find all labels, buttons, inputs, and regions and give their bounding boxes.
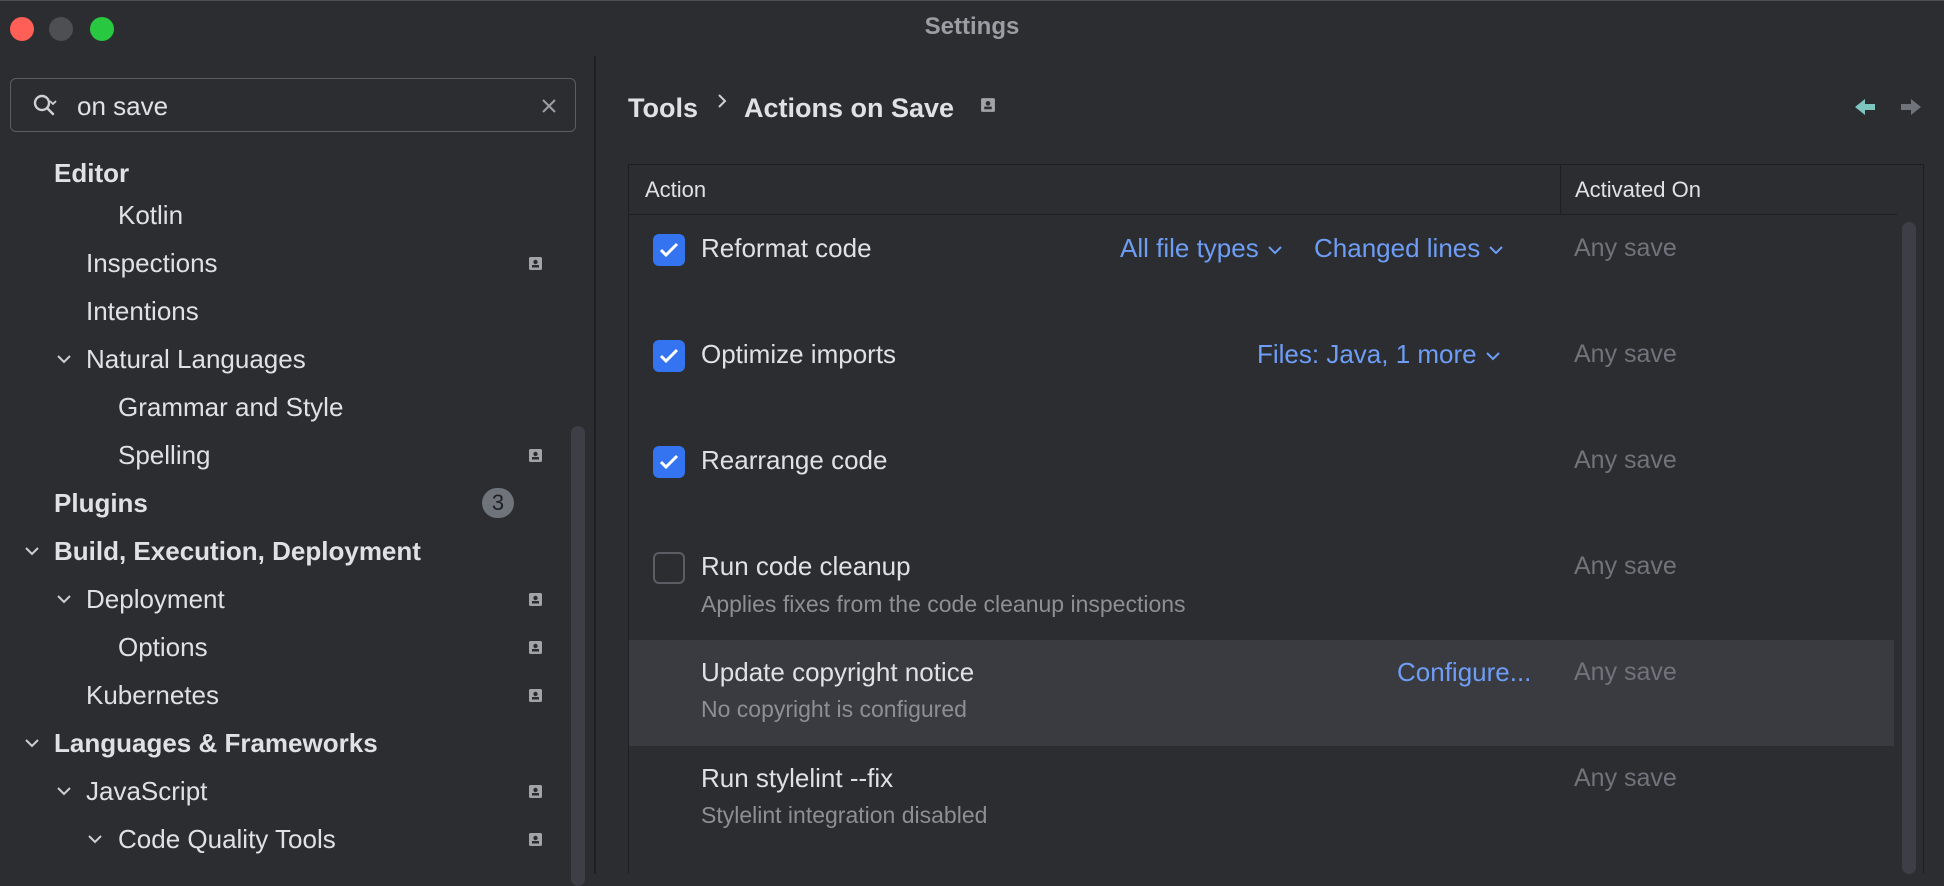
sidebar-item-intentions[interactable]: Intentions — [86, 291, 199, 331]
project-settings-icon — [529, 689, 542, 702]
content-scrollbar[interactable] — [1902, 222, 1916, 874]
chevron-down-icon[interactable] — [55, 590, 73, 608]
activated-on-value[interactable]: Any save — [1574, 340, 1677, 369]
table-row[interactable]: Run code cleanup Applies fixes from the … — [629, 534, 1894, 640]
activated-on-value[interactable]: Any save — [1574, 234, 1677, 263]
settings-content: Tools Actions on Save Action Activated O… — [596, 56, 1944, 874]
project-settings-icon — [529, 593, 542, 606]
sidebar-item-kotlin[interactable]: Kotlin — [118, 195, 183, 235]
sidebar-item-javascript[interactable]: JavaScript — [86, 771, 207, 811]
plugins-count-badge: 3 — [482, 488, 514, 518]
sidebar-item-options[interactable]: Options — [118, 627, 208, 667]
sidebar-item-build-execution-deployment[interactable]: Build, Execution, Deployment — [54, 531, 421, 571]
checkmark-icon — [659, 348, 679, 364]
activated-on-value[interactable]: Any save — [1574, 552, 1677, 581]
sidebar-item-natural-languages[interactable]: Natural Languages — [86, 339, 306, 379]
row-description: Applies fixes from the code cleanup insp… — [701, 591, 1186, 617]
checkmark-icon — [659, 454, 679, 470]
row-title: Run code cleanup — [701, 551, 911, 581]
rearrange-code-checkbox[interactable] — [653, 446, 685, 478]
breadcrumb-parent[interactable]: Tools — [628, 84, 698, 132]
chevron-down-icon[interactable] — [55, 782, 73, 800]
chevron-right-icon — [718, 94, 727, 108]
search-icon — [33, 94, 57, 116]
row-title: Optimize imports — [701, 339, 897, 369]
chevron-down-icon — [1489, 246, 1503, 255]
row-description: No copyright is configured — [701, 696, 967, 722]
changed-lines-dropdown[interactable]: Changed lines — [1314, 233, 1504, 264]
project-settings-icon — [529, 257, 542, 270]
sidebar-item-grammar-and-style[interactable]: Grammar and Style — [118, 387, 343, 427]
actions-table: Action Activated On Reformat code All fi… — [628, 164, 1924, 874]
sidebar-scrollbar[interactable] — [571, 426, 585, 886]
project-settings-icon — [529, 449, 542, 462]
chevron-down-icon — [1485, 352, 1500, 361]
configure-link[interactable]: Configure... — [1397, 657, 1531, 688]
sidebar-item-spelling[interactable]: Spelling — [118, 435, 211, 475]
optimize-imports-checkbox[interactable] — [653, 340, 685, 372]
dropdown-label: All file types — [1120, 233, 1259, 263]
settings-sidebar: Editor Kotlin Inspections Intentions Nat… — [0, 56, 594, 886]
sidebar-item-editor[interactable]: Editor — [54, 153, 129, 193]
dropdown-label: Changed lines — [1314, 233, 1481, 263]
row-title: Update copyright notice — [701, 657, 975, 687]
window-title: Settings — [924, 13, 1020, 40]
chevron-down-icon[interactable] — [55, 350, 73, 368]
chevron-down-icon[interactable] — [23, 542, 41, 560]
title-bar: Settings — [0, 0, 1944, 56]
file-types-dropdown[interactable]: All file types — [1120, 233, 1283, 264]
run-code-cleanup-checkbox[interactable] — [653, 552, 685, 584]
chevron-down-icon[interactable] — [23, 734, 41, 752]
search-box[interactable] — [10, 78, 576, 132]
row-description: Stylelint integration disabled — [701, 802, 988, 828]
files-dropdown[interactable]: Files: Java, 1 more — [1257, 339, 1501, 370]
dropdown-label: Files: Java, 1 more — [1257, 339, 1477, 369]
sidebar-item-code-quality-tools[interactable]: Code Quality Tools — [118, 819, 336, 859]
row-title: Run stylelint --fix — [701, 763, 894, 793]
table-row[interactable]: Rearrange code Any save — [629, 428, 1894, 534]
sidebar-item-deployment[interactable]: Deployment — [86, 579, 225, 619]
project-settings-icon — [529, 785, 542, 798]
activated-on-value[interactable]: Any save — [1574, 764, 1677, 793]
activated-on-value[interactable]: Any save — [1574, 446, 1677, 475]
table-row[interactable]: Update copyright notice No copyright is … — [629, 640, 1894, 746]
reformat-code-checkbox[interactable] — [653, 234, 685, 266]
search-input[interactable] — [75, 89, 519, 123]
table-row[interactable]: Optimize imports Files: Java, 1 more Any… — [629, 322, 1894, 428]
column-header-action[interactable]: Action — [629, 165, 1561, 215]
row-title: Reformat code — [701, 233, 872, 263]
project-settings-icon — [529, 833, 542, 846]
project-settings-icon — [981, 98, 995, 112]
page-title: Actions on Save — [744, 93, 955, 123]
project-settings-icon — [529, 641, 542, 654]
row-title: Rearrange code — [701, 445, 888, 475]
activated-on-value[interactable]: Any save — [1574, 658, 1677, 687]
sidebar-item-plugins[interactable]: Plugins — [54, 483, 148, 523]
sidebar-item-inspections[interactable]: Inspections — [86, 243, 218, 283]
clear-search-icon[interactable] — [539, 96, 559, 116]
forward-arrow-icon[interactable] — [1898, 96, 1924, 118]
back-arrow-icon[interactable] — [1852, 96, 1878, 118]
table-row[interactable]: Run stylelint --fix Stylelint integratio… — [629, 746, 1894, 852]
table-row[interactable]: Reformat code All file types Changed lin… — [629, 216, 1894, 322]
column-header-activated-on[interactable]: Activated On — [1561, 165, 1897, 215]
sidebar-item-kubernetes[interactable]: Kubernetes — [86, 675, 219, 715]
checkmark-icon — [659, 242, 679, 258]
chevron-down-icon[interactable] — [86, 830, 104, 848]
chevron-down-icon — [1268, 246, 1282, 255]
sidebar-item-languages-frameworks[interactable]: Languages & Frameworks — [54, 723, 378, 763]
